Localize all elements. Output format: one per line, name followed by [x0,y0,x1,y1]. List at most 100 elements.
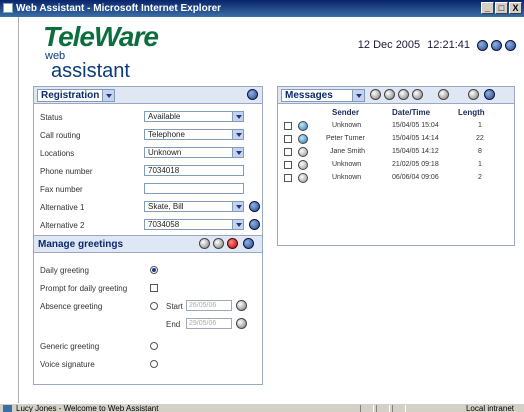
message-sender[interactable]: Jane Smith [330,148,365,155]
message-datetime[interactable]: 06/06/04 09:06 [392,174,439,181]
generic-greeting-label: Generic greeting [40,342,100,351]
delete-message-icon[interactable] [468,89,479,100]
mark-message-icon[interactable] [438,89,449,100]
chevron-down-icon [352,90,364,101]
prompt-daily-label: Prompt for daily greeting [40,284,128,293]
page-content: TeleWare web assistant 12 Dec 2005 12:21… [18,17,524,405]
greetings-title: Manage greetings [38,239,124,250]
current-date: 12 Dec 2005 [357,39,421,51]
message-sender[interactable]: Unknown [332,161,361,168]
play-icon[interactable] [213,238,224,249]
registration-title: Registration [41,90,100,101]
fax-number-label: Fax number [40,185,83,194]
alternative-2-label: Alternative 2 [40,221,85,230]
security-zone: Local intranet [465,404,514,412]
ie-icon [3,3,13,13]
message-datetime[interactable]: 15/04/05 15:04 [392,122,439,129]
message-datetime[interactable]: 15/04/05 14:12 [392,148,439,155]
col-datetime[interactable]: Date/Time [392,108,430,117]
chevron-down-icon [232,130,243,139]
current-time: 12:21:41 [427,39,470,51]
alternative-2-select[interactable]: 7034058 [144,219,244,230]
message-checkbox[interactable] [284,174,292,182]
message-checkbox[interactable] [284,161,292,169]
start-label: Start [166,302,183,311]
title-bar: Web Assistant - Microsoft Internet Explo… [0,0,524,17]
message-sender[interactable]: Unknown [332,174,361,181]
chevron-down-icon [232,148,243,157]
save-message-icon[interactable] [412,89,423,100]
message-checkbox[interactable] [284,122,292,130]
status-bar: Lucy Jones - Welcome to Web Assistant Lo… [0,403,524,412]
messages-title: Messages [285,90,333,101]
message-new-icon [298,121,308,131]
message-length[interactable]: 22 [476,135,484,142]
status-text: Lucy Jones - Welcome to Web Assistant [16,404,159,412]
message-length[interactable]: 1 [478,122,482,129]
phone-number-input[interactable]: 7034018 [144,165,244,176]
messages-select[interactable]: Messages [281,89,365,102]
call-routing-select[interactable]: Telephone [144,129,244,140]
message-datetime[interactable]: 21/02/05 09:18 [392,161,439,168]
logout-icon[interactable] [505,39,516,51]
message-sender[interactable]: Unknown [332,122,361,129]
registration-panel: Registration Status Available Call routi… [33,86,263,246]
col-length[interactable]: Length [458,108,485,117]
voice-signature-radio[interactable] [150,360,158,368]
locations-select[interactable]: Unknown [144,147,244,158]
logo-sub: assistant [51,60,130,82]
absence-greeting-label: Absence greeting [40,302,103,311]
logo-main: TeleWare [43,21,159,52]
message-sender[interactable]: Peter Turner [326,135,365,142]
alternative-1-go-icon[interactable] [249,201,260,212]
locations-label: Locations [40,149,75,158]
message-length[interactable]: 2 [478,174,482,181]
minimize-button[interactable]: _ [481,2,494,14]
end-date-input[interactable]: 29/05/06 [186,318,232,329]
chevron-down-icon [232,202,243,211]
greetings-panel: Manage greetings Daily greeting Prompt f… [33,235,263,385]
generic-greeting-radio[interactable] [150,342,158,350]
voice-signature-label: Voice signature [40,360,95,369]
call-routing-label: Call routing [40,131,81,140]
daily-greeting-label: Daily greeting [40,266,89,275]
help-icon[interactable] [477,39,488,51]
message-checkbox[interactable] [284,148,292,156]
registration-apply-icon[interactable] [247,89,258,100]
registration-select[interactable]: Registration [37,89,115,102]
end-calendar-icon[interactable] [236,318,247,329]
message-new-icon [298,134,308,144]
forward-icon[interactable] [384,89,395,100]
alternative-2-go-icon[interactable] [249,219,260,230]
message-read-icon [298,147,308,157]
datetime-area: 12 Dec 2005 12:21:41 [358,39,516,51]
browser-window: Web Assistant - Microsoft Internet Explo… [0,0,524,412]
daily-greeting-radio[interactable] [150,266,158,274]
status-label: Status [40,113,63,122]
settings-icon[interactable] [491,39,502,51]
stop-icon[interactable] [199,238,210,249]
message-checkbox[interactable] [284,135,292,143]
absence-greeting-radio[interactable] [150,302,158,310]
messages-panel: Messages Sender Date/Time Length Unknown… [277,86,515,246]
maximize-button[interactable]: □ [495,2,508,14]
chevron-down-icon [232,112,243,121]
play-message-icon[interactable] [398,89,409,100]
status-select[interactable]: Available [144,111,244,122]
start-calendar-icon[interactable] [236,300,247,311]
greetings-apply-icon[interactable] [243,238,254,249]
col-sender[interactable]: Sender [332,108,359,117]
messages-apply-icon[interactable] [484,89,495,100]
reply-icon[interactable] [370,89,381,100]
record-icon[interactable] [227,238,238,249]
message-datetime[interactable]: 15/04/05 14:14 [392,135,439,142]
start-date-input[interactable]: 26/05/06 [186,300,232,311]
prompt-daily-checkbox[interactable] [150,284,158,292]
fax-number-input[interactable] [144,183,244,194]
phone-number-label: Phone number [40,167,93,176]
message-length[interactable]: 8 [478,148,482,155]
close-button[interactable]: X [509,2,522,14]
teleware-logo: TeleWare web assistant [43,21,159,82]
message-length[interactable]: 1 [478,161,482,168]
alternative-1-select[interactable]: Skate, Bill [144,201,244,212]
